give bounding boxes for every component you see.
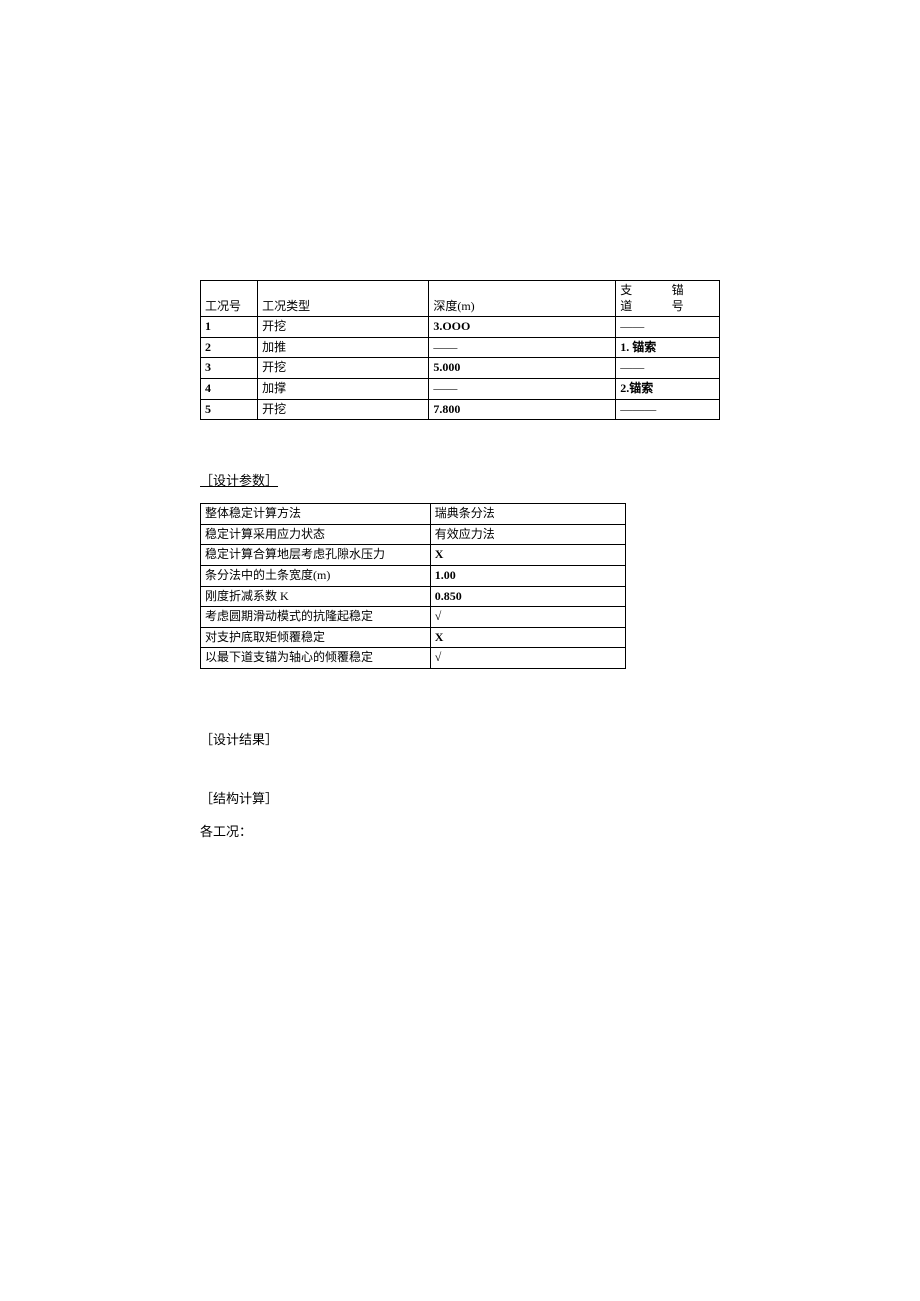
- table-row: 4 加撑 —— 2.锚索: [201, 378, 720, 399]
- cell-value: √: [430, 648, 626, 669]
- cell: ———: [616, 399, 720, 420]
- table-row: 以最下道支锚为轴心的倾覆稳定 √: [201, 648, 626, 669]
- cell-label: 整体稳定计算方法: [201, 504, 431, 525]
- cell-value: 1.00: [430, 565, 626, 586]
- cell-label: 刚度折减系数 K: [201, 586, 431, 607]
- cell: 5: [201, 399, 258, 420]
- cell: ——: [429, 337, 616, 358]
- header-depth: 深度(m): [429, 281, 616, 317]
- cell: 2: [201, 337, 258, 358]
- cell-value: 瑞典条分法: [430, 504, 626, 525]
- cell: 开挖: [258, 358, 429, 379]
- cell-label: 条分法中的土条宽度(m): [201, 565, 431, 586]
- table-row: 对支护底取矩倾覆稳定 X: [201, 627, 626, 648]
- heading-design-params: ［设计参数］: [200, 470, 720, 489]
- cell: 开挖: [258, 399, 429, 420]
- cell: ——: [616, 317, 720, 338]
- table-row: 1 开挖 3.OOO ——: [201, 317, 720, 338]
- table-header-row: 工况号 工况类型 深度(m) 支 道 锚 号: [201, 281, 720, 317]
- cell-value: X: [430, 627, 626, 648]
- cell: 开挖: [258, 317, 429, 338]
- cell-label: 稳定计算采用应力状态: [201, 524, 431, 545]
- cell-label: 对支护底取矩倾覆稳定: [201, 627, 431, 648]
- cell: 加推: [258, 337, 429, 358]
- cell: ——: [429, 378, 616, 399]
- cell-label: 考虑圆期滑动模式的抗隆起稳定: [201, 607, 431, 628]
- cell: ——: [616, 358, 720, 379]
- cell: 5.000: [429, 358, 616, 379]
- header-condition-type: 工况类型: [258, 281, 429, 317]
- table-row: 稳定计算合算地层考虑孔隙水压力 X: [201, 545, 626, 566]
- cell: 1: [201, 317, 258, 338]
- cell: 1. 锚索: [616, 337, 720, 358]
- table-row: 整体稳定计算方法 瑞典条分法: [201, 504, 626, 525]
- cell: 4: [201, 378, 258, 399]
- cell: 3.OOO: [429, 317, 616, 338]
- header-support-b: 锚 号: [668, 281, 720, 317]
- cell: 7.800: [429, 399, 616, 420]
- cell-value: X: [430, 545, 626, 566]
- page-content: 工况号 工况类型 深度(m) 支 道 锚 号 1 开挖 3.OOO —— 2 加…: [0, 0, 920, 840]
- conditions-table: 工况号 工况类型 深度(m) 支 道 锚 号 1 开挖 3.OOO —— 2 加…: [200, 280, 720, 420]
- cell-label: 以最下道支锚为轴心的倾覆稳定: [201, 648, 431, 669]
- table-row: 稳定计算采用应力状态 有效应力法: [201, 524, 626, 545]
- heading-structure-calc: ［结构计算］: [200, 788, 720, 807]
- cell-value: 0.850: [430, 586, 626, 607]
- cell-value: 有效应力法: [430, 524, 626, 545]
- cell-label: 稳定计算合算地层考虑孔隙水压力: [201, 545, 431, 566]
- table-row: 5 开挖 7.800 ———: [201, 399, 720, 420]
- heading-design-results: ［设计结果］: [200, 729, 720, 748]
- table-row: 3 开挖 5.000 ——: [201, 358, 720, 379]
- header-condition-no: 工况号: [201, 281, 258, 317]
- table-row: 2 加推 —— 1. 锚索: [201, 337, 720, 358]
- design-params-table: 整体稳定计算方法 瑞典条分法 稳定计算采用应力状态 有效应力法 稳定计算合算地层…: [200, 503, 626, 669]
- table-row: 考虑圆期滑动模式的抗隆起稳定 √: [201, 607, 626, 628]
- cell-value: √: [430, 607, 626, 628]
- cell: 加撑: [258, 378, 429, 399]
- body-conditions-label: 各工况：: [200, 821, 720, 840]
- cell: 2.锚索: [616, 378, 720, 399]
- table-row: 条分法中的土条宽度(m) 1.00: [201, 565, 626, 586]
- header-support-a: 支 道: [616, 281, 668, 317]
- cell: 3: [201, 358, 258, 379]
- table-row: 刚度折减系数 K 0.850: [201, 586, 626, 607]
